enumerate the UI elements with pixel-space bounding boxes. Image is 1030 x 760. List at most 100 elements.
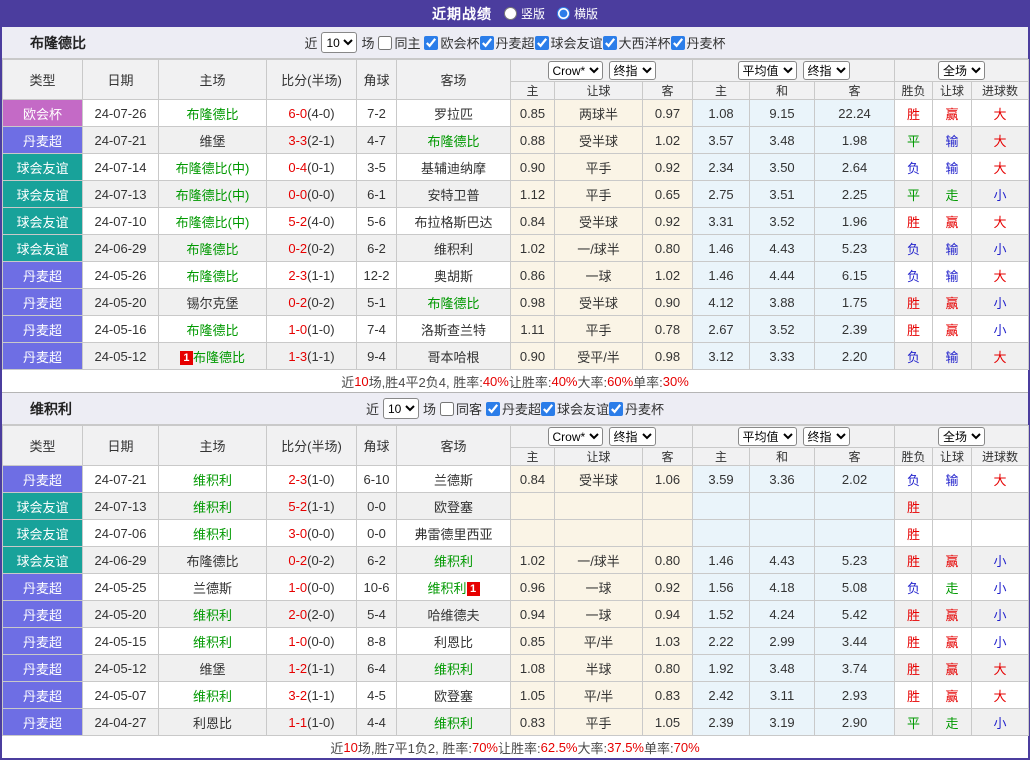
handicap-home-odds: 1.05 <box>510 681 555 709</box>
result-text: 负 <box>907 160 921 176</box>
league-filter-option[interactable]: 大西洋杯 <box>602 33 671 52</box>
result-text: 大 <box>993 472 1007 488</box>
away-team-cell: 维积利 <box>396 708 511 736</box>
result-outcome: 胜 <box>894 654 934 682</box>
average-final-select[interactable]: 终指 <box>802 427 850 446</box>
result-outcome: 负 <box>894 261 934 289</box>
match-date: 24-05-26 <box>82 261 159 289</box>
league-filter-option[interactable]: 球会友谊 <box>541 399 609 418</box>
layout-vertical-option[interactable]: 竖版 <box>503 5 545 22</box>
home-team-cell: 布隆德比 <box>158 315 267 343</box>
handicap-line: 平手 <box>554 180 643 208</box>
result-outcome: 胜 <box>894 207 934 235</box>
halftime-score: (1-1) <box>307 498 335 514</box>
result-goals: 小 <box>971 180 1030 208</box>
score-cell: 1-1(1-0) <box>266 708 357 736</box>
league-checkbox[interactable] <box>602 35 617 50</box>
corner-cell: 10-6 <box>356 573 397 601</box>
league-label: 大西洋杯 <box>618 36 671 51</box>
fulltime-score: 2-0 <box>288 606 308 622</box>
fulltime-score: 1-2 <box>288 660 308 676</box>
league-filter-option[interactable]: 丹麦超 <box>479 33 535 52</box>
avg-away-odds: 5.42 <box>814 600 896 628</box>
league-checkbox[interactable] <box>609 401 624 416</box>
final-odds-select[interactable]: 终指 <box>608 427 656 446</box>
layout-horizontal-option[interactable]: 横版 <box>557 5 598 22</box>
team-label: 维积利 <box>192 688 232 704</box>
league-filter-option[interactable]: 丹麦杯 <box>609 399 664 418</box>
handicap-away-odds: 0.80 <box>641 654 694 682</box>
away-team-cell: 洛斯查兰特 <box>396 315 511 343</box>
league-checkbox[interactable] <box>534 35 549 50</box>
horizontal-radio[interactable] <box>557 7 570 20</box>
handicap-odds-header: Crow* 终指 <box>509 425 694 448</box>
match-row: 丹麦超 24-05-25 兰德斯 1-0(0-0) 10-6 维积利 1 0.96 一球 0.92… <box>2 573 1030 601</box>
recent-count-select[interactable]: 10 <box>382 398 419 419</box>
avg-home-odds: 1.46 <box>692 261 751 289</box>
team-name: 维积利 <box>30 400 72 417</box>
league-label: 丹麦杯 <box>686 36 726 51</box>
same-venue-checkbox[interactable] <box>439 401 454 416</box>
bookmaker-select[interactable]: Crow* <box>547 61 603 80</box>
near-label: 近 <box>304 36 318 51</box>
result-text: 负 <box>907 241 921 257</box>
league-checkbox[interactable] <box>670 35 685 50</box>
result-outcome: 胜 <box>894 99 934 127</box>
league-type-cell: 丹麦超 <box>2 126 83 154</box>
league-checkbox[interactable] <box>479 35 494 50</box>
match-date: 24-07-13 <box>82 492 159 520</box>
avg-away-odds: 2.93 <box>814 681 896 709</box>
result-text: 小 <box>993 295 1007 311</box>
average-select[interactable]: 平均值 <box>737 427 797 446</box>
handicap-away-odds: 0.98 <box>641 342 694 370</box>
col-corner: 角球 <box>356 425 397 466</box>
same-venue-option[interactable]: 同主 <box>378 33 420 52</box>
same-venue-checkbox[interactable] <box>378 35 393 50</box>
result-outcome: 负 <box>894 234 934 262</box>
handicap-home-odds: 0.88 <box>510 126 555 154</box>
halftime-score: (1-0) <box>307 714 335 730</box>
league-filter-option[interactable]: 球会友谊 <box>534 33 603 52</box>
recent-count-select[interactable]: 10 <box>321 32 358 53</box>
home-team-cell: 布隆德比 <box>158 99 267 127</box>
halftime-score: (0-2) <box>307 240 335 256</box>
handicap-home-odds: 0.84 <box>510 465 555 493</box>
league-filter-option[interactable]: 丹麦杯 <box>670 33 726 52</box>
average-final-select[interactable]: 终指 <box>802 61 850 80</box>
league-filter-option[interactable]: 丹麦超 <box>486 399 541 418</box>
result-text: 输 <box>945 349 959 365</box>
match-date: 24-07-13 <box>82 180 159 208</box>
corner-cell: 4-5 <box>356 681 397 709</box>
handicap-line: 一/球半 <box>554 234 643 262</box>
handicap-home-odds: 0.83 <box>510 708 555 736</box>
sub-col-odds-away: 客 <box>641 447 694 466</box>
league-checkbox[interactable] <box>486 401 500 416</box>
same-venue-option[interactable]: 同客 <box>439 399 482 418</box>
league-checkbox[interactable] <box>541 401 556 416</box>
handicap-away-odds: 1.06 <box>641 465 694 493</box>
league-filter-option[interactable]: 欧会杯 <box>424 33 480 52</box>
team-label: 维堡 <box>199 133 226 149</box>
avg-home-odds: 1.46 <box>692 234 751 262</box>
bookmaker-select[interactable]: Crow* <box>547 427 603 446</box>
result-text: 胜 <box>907 499 921 515</box>
fulltime-select[interactable]: 全场 <box>938 61 986 80</box>
average-select[interactable]: 平均值 <box>737 61 797 80</box>
vertical-radio[interactable] <box>503 7 517 20</box>
near-label: 近 <box>365 402 379 417</box>
result-text: 输 <box>945 160 959 176</box>
handicap-line: 受半球 <box>554 126 643 154</box>
league-filter-group: 欧会杯 丹麦超 球会友谊 大西洋杯 丹麦杯 <box>424 33 726 52</box>
handicap-away-odds: 0.80 <box>641 546 694 574</box>
fulltime-select[interactable]: 全场 <box>938 427 986 446</box>
home-team-cell: 维堡 <box>158 654 267 682</box>
avg-home-odds: 1.92 <box>692 654 751 682</box>
result-text: 输 <box>945 268 959 284</box>
final-odds-select[interactable]: 终指 <box>608 61 656 80</box>
result-goals: 小 <box>971 708 1030 736</box>
col-type: 类型 <box>2 425 83 466</box>
handicap-away-odds: 0.65 <box>641 180 694 208</box>
league-checkbox[interactable] <box>424 35 439 50</box>
avg-home-odds: 1.46 <box>692 546 751 574</box>
col-home: 主场 <box>158 425 267 466</box>
